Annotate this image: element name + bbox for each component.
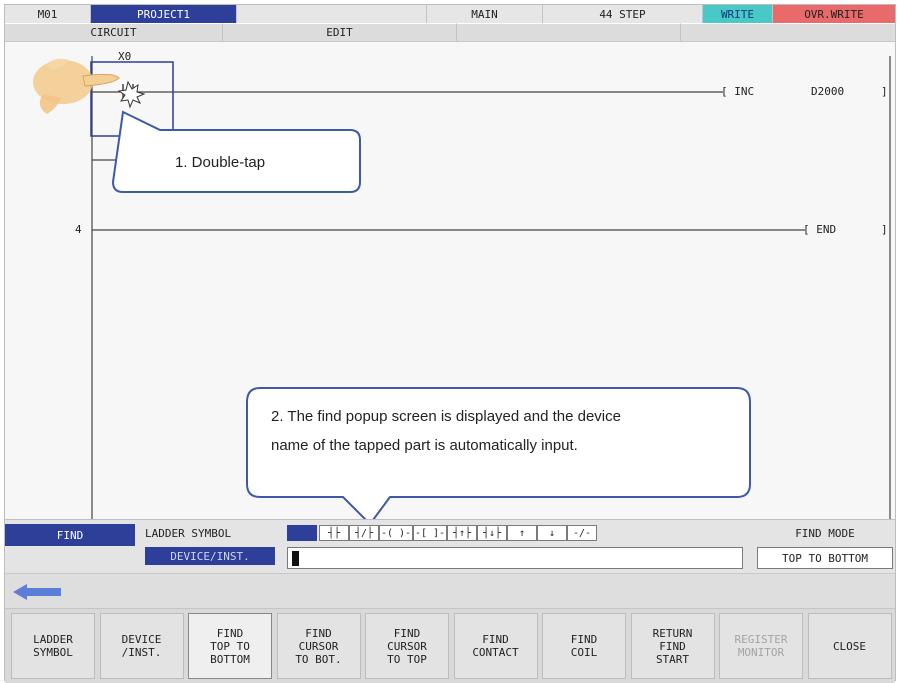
ladder-symbol-palette: ┤├ ┤/├ -( )- -[ ]- ┤↑├ ┤↓├ ↑ ↓ -/- <box>287 520 627 546</box>
device-inst-button[interactable]: DEVICE /INST. <box>99 613 184 679</box>
tab-blank-1 <box>457 23 681 41</box>
coil1-operand: D2000 <box>811 85 845 98</box>
write-mode-badge[interactable]: WRITE <box>703 5 773 23</box>
contact-device-label: X0 <box>118 50 132 63</box>
find-cursor-to-bottom-button[interactable]: FIND CURSOR TO BOT. <box>276 613 361 679</box>
symbol-coil[interactable]: -( )- <box>379 525 413 541</box>
find-mode-value[interactable]: TOP TO BOTTOM <box>757 547 893 569</box>
find-top-to-bottom-button[interactable]: FIND TOP TO BOTTOM <box>188 613 272 679</box>
text-cursor <box>292 550 299 566</box>
callout-2-text-line1: 2. The find popup screen is displayed an… <box>271 408 621 425</box>
symbol-nc-contact[interactable]: ┤/├ <box>349 525 379 541</box>
tab-blank-2 <box>681 23 895 41</box>
symbol-rising-pulse[interactable]: ┤↑├ <box>447 525 477 541</box>
status-blank <box>237 5 427 23</box>
overwrite-mode-badge[interactable]: OVR.WRITE <box>773 5 895 23</box>
project-name: PROJECT1 <box>91 5 237 23</box>
coil2-bracket: ] <box>881 223 888 236</box>
symbol-falling-pulse[interactable]: ┤↓├ <box>477 525 507 541</box>
callout-1-text: 1. Double-tap <box>175 154 266 171</box>
close-button[interactable]: CLOSE <box>807 613 892 679</box>
function-key-bar: LADDER SYMBOL DEVICE /INST. FIND TOP TO BO… <box>5 608 895 683</box>
rung2-step-number: 4 <box>75 223 82 236</box>
device-search-input[interactable] <box>287 547 743 569</box>
symbol-selected-swatch[interactable] <box>287 525 317 541</box>
coil1-instruction: [ INC <box>721 85 755 98</box>
symbol-invert[interactable]: -/- <box>567 525 597 541</box>
find-title: FIND <box>5 524 135 546</box>
callout-1-shape <box>111 110 361 193</box>
find-popup-bar: FIND LADDER SYMBOL DEVICE/INST. ┤├ ┤/├ -( … <box>5 519 895 574</box>
callout-2-text-line2: name of the tapped part is automatically… <box>271 437 578 454</box>
find-contact-button[interactable]: FIND CONTACT <box>453 613 538 679</box>
tap-hand-icon <box>33 58 120 114</box>
tab-edit[interactable]: EDIT <box>223 23 457 41</box>
return-find-start-button[interactable]: RETURN FIND START <box>630 613 715 679</box>
find-cursor-to-top-button[interactable]: FIND CURSOR TO TOP <box>365 613 449 679</box>
find-coil-button[interactable]: FIND COIL <box>542 613 626 679</box>
station-indicator: M01 <box>5 5 91 23</box>
ladder-symbol-button[interactable]: LADDER SYMBOL <box>11 613 95 679</box>
program-name: MAIN <box>427 5 543 23</box>
step-count: 44 STEP <box>543 5 703 23</box>
symbol-line-down[interactable]: ↓ <box>537 525 567 541</box>
find-mode-label: FIND MODE <box>795 526 855 540</box>
symbol-line-up[interactable]: ↑ <box>507 525 537 541</box>
navigation-row <box>5 573 895 609</box>
register-monitor-button: REGISTER MONITOR <box>719 613 803 679</box>
device-inst-label[interactable]: DEVICE/INST. <box>145 547 275 565</box>
ladder-symbol-label: LADDER SYMBOL <box>145 526 232 540</box>
symbol-instruction[interactable]: -[ ]- <box>413 525 447 541</box>
symbol-no-contact[interactable]: ┤├ <box>319 525 349 541</box>
coil2-instruction: [ END <box>803 223 837 236</box>
back-arrow-icon[interactable] <box>13 582 63 602</box>
tab-circuit[interactable]: CIRCUIT <box>5 23 223 41</box>
coil1-bracket: ] <box>881 85 888 98</box>
ladder-circuit-area[interactable]: X0 [ INC D2000 ] 4 [ END ] 1. Double-tap… <box>5 41 895 520</box>
plc-editor-screen: M01 PROJECT1 MAIN 44 STEP WRITE OVR.WRIT… <box>4 4 896 683</box>
